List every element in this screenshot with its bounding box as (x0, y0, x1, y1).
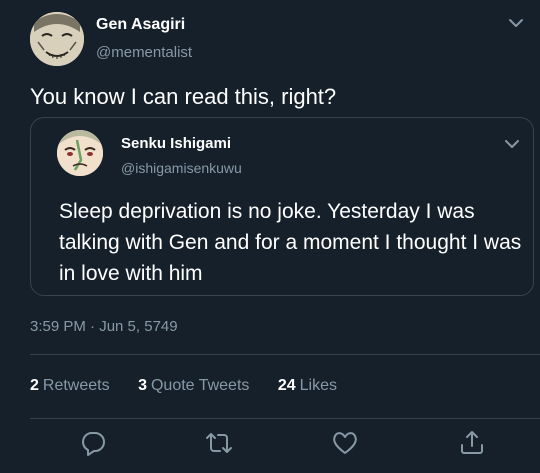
like-button[interactable] (330, 428, 360, 458)
share-icon (461, 431, 483, 454)
likes-stat[interactable]: 24 Likes (278, 377, 337, 395)
tweet-text: You know I can read this, right? (30, 84, 337, 109)
quoted-tweet-text: Sleep deprivation is no joke. Yesterday … (59, 200, 522, 285)
like-icon (333, 432, 357, 454)
retweet-icon (206, 433, 232, 453)
tweet: Gen Asagiri @mementalist You know I can … (0, 0, 540, 473)
quoted-author-avatar[interactable] (57, 130, 103, 176)
quote-tweets-count: 3 (138, 377, 147, 394)
retweet-button[interactable] (204, 428, 234, 458)
divider (30, 418, 540, 419)
retweets-stat[interactable]: 2 Retweets (30, 377, 110, 395)
likes-count: 24 (277, 377, 296, 394)
retweets-count: 2 (30, 377, 39, 394)
reply-icon (82, 432, 105, 456)
profile-avatar-icon (30, 12, 84, 66)
chevron-down-icon[interactable] (503, 138, 521, 150)
retweets-label: Retweets (42, 377, 110, 394)
quote-tweets-label: Quote Tweets (150, 377, 250, 394)
quoted-author-handle[interactable]: @ishigamisenkuwu (121, 160, 242, 176)
author-name[interactable]: Gen Asagiri (96, 16, 185, 34)
profile-avatar-icon (57, 130, 103, 176)
reply-button[interactable] (78, 428, 108, 458)
divider (30, 354, 540, 355)
author-avatar[interactable] (30, 12, 84, 66)
quote-tweets-stat[interactable]: 3 Quote Tweets (138, 377, 249, 395)
likes-label: Likes (299, 377, 338, 394)
tweet-timestamp[interactable]: 3:59 PM · Jun 5, 5749 (30, 318, 178, 335)
tweet-stats: 2 Retweets 3 Quote Tweets 24 Likes (30, 377, 361, 395)
author-handle[interactable]: @mementalist (96, 44, 192, 61)
quoted-tweet[interactable]: Senku Ishigami @ishigamisenkuwu Sleep de… (30, 117, 534, 296)
share-button[interactable] (457, 428, 487, 458)
chevron-down-icon[interactable] (507, 17, 525, 29)
quoted-author-name[interactable]: Senku Ishigami (121, 135, 231, 152)
